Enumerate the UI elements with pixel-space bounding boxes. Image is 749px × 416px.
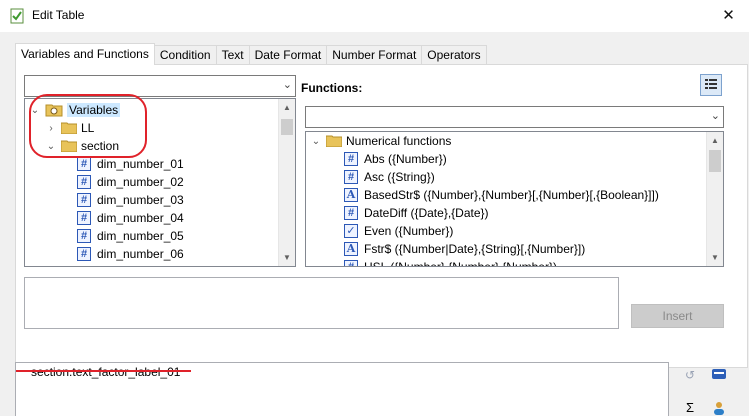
title-bar: Edit Table ✕	[0, 0, 749, 32]
scroll-up-icon[interactable]: ▲	[707, 132, 723, 149]
tree-item-label: dim_number_04	[97, 211, 184, 225]
number-icon: #	[77, 211, 91, 225]
scroll-up-icon[interactable]: ▲	[279, 99, 295, 116]
tree-item-label: DateDiff ({Date},{Date})	[364, 206, 489, 220]
folder-icon	[326, 135, 342, 147]
tree-item-label: HSL ({Number},{Number},{Number})	[364, 260, 557, 267]
tree-item-label: Abs ({Number})	[364, 152, 447, 166]
scroll-thumb[interactable]	[709, 150, 721, 172]
string-icon: A	[344, 242, 358, 256]
sum-icon[interactable]: Σ	[681, 400, 699, 416]
highlight-annotation	[29, 94, 147, 158]
tree-item[interactable]: A BasedStr$ ({Number},{Number}[,{Number}[…	[328, 186, 659, 204]
tree-item-label: dim_number_06	[97, 247, 184, 261]
list-view-icon	[705, 79, 717, 89]
description-box	[24, 277, 619, 329]
expression-text: section.text_factor_label_01	[31, 365, 181, 379]
number-icon: #	[344, 152, 358, 166]
insert-button[interactable]: Insert	[631, 304, 724, 328]
keyboard-icon[interactable]	[710, 368, 728, 384]
boolean-icon: ✓	[344, 224, 358, 238]
tree-item-label: dim_number_03	[97, 193, 184, 207]
tree-item[interactable]: # dim_number_06	[61, 245, 184, 263]
tree-item[interactable]: A Fstr$ ({Number|Date},{String}[,{Number}…	[328, 240, 585, 258]
close-button[interactable]: ✕	[708, 0, 749, 32]
window-title: Edit Table	[32, 8, 85, 22]
tree-item-label: Numerical functions	[346, 134, 452, 148]
tree-item[interactable]: # dim_number_04	[61, 209, 184, 227]
tree-item-label: dim_number_05	[97, 229, 184, 243]
number-icon: #	[344, 260, 358, 266]
tree-item-label: dim_number_01	[97, 157, 184, 171]
tree-item[interactable]: # dim_number_02	[61, 173, 184, 191]
number-icon: #	[77, 175, 91, 189]
chevron-down-icon: ⌄	[710, 110, 720, 122]
tree-item[interactable]: # DateDiff ({Date},{Date})	[328, 204, 489, 222]
scroll-thumb[interactable]	[281, 119, 293, 135]
tree-item[interactable]: # Asc ({String})	[328, 168, 435, 186]
scroll-down-icon[interactable]: ▼	[707, 249, 723, 266]
number-icon: #	[77, 193, 91, 207]
number-icon: #	[77, 247, 91, 261]
functions-filter-combo[interactable]: ⌄	[305, 106, 724, 128]
tree-item-label: BasedStr$ ({Number},{Number}[,{Number}[,…	[364, 188, 659, 202]
tab-number-format[interactable]: Number Format	[326, 45, 423, 65]
strikethrough-annotation	[16, 370, 191, 372]
number-icon: #	[77, 229, 91, 243]
functions-tree[interactable]: ▲ ▼ ⌄ Numerical functions # Abs ({Number}) #…	[305, 131, 724, 267]
tree-item-label: Fstr$ ({Number|Date},{String}[,{Number}]…	[364, 242, 586, 256]
tree-item[interactable]: # dim_number_05	[61, 227, 184, 245]
tree-item[interactable]: ✓ Even ({Number})	[328, 222, 453, 240]
wrap-icon[interactable]: ↺	[681, 368, 699, 384]
tab-operators[interactable]: Operators	[421, 45, 487, 65]
view-toggle-button[interactable]	[700, 74, 722, 96]
tree-item[interactable]: # dim_number_03	[61, 191, 184, 209]
number-icon: #	[344, 170, 358, 184]
tree-item-label: Even ({Number})	[364, 224, 454, 238]
number-icon: #	[77, 157, 91, 171]
tree-item-label: Asc ({String})	[364, 170, 435, 184]
string-icon: A	[344, 188, 358, 202]
tab-variables-and-functions[interactable]: Variables and Functions	[15, 43, 155, 65]
tab-strip: Variables and Functions Condition Text Date…	[15, 43, 487, 65]
functions-scrollbar[interactable]: ▲ ▼	[706, 132, 723, 266]
tab-date-format[interactable]: Date Format	[248, 45, 328, 65]
tree-item[interactable]: # HSL ({Number},{Number},{Number})	[328, 258, 557, 267]
scroll-down-icon[interactable]: ▼	[279, 249, 295, 266]
app-icon	[10, 8, 24, 24]
number-icon: #	[344, 206, 358, 220]
users-icon[interactable]	[710, 400, 728, 416]
tab-text[interactable]: Text	[215, 45, 250, 65]
chevron-down-icon: ⌄	[282, 79, 292, 91]
functions-label: Functions:	[301, 81, 363, 95]
tree-item-label: dim_number_02	[97, 175, 184, 189]
chevron-down-icon[interactable]: ⌄	[310, 136, 322, 147]
tree-item[interactable]: # Abs ({Number})	[328, 150, 447, 168]
variables-scrollbar[interactable]: ▲ ▼	[278, 99, 295, 266]
tab-condition[interactable]: Condition	[153, 45, 217, 65]
tree-item[interactable]: ⌄ Numerical functions	[310, 132, 452, 150]
